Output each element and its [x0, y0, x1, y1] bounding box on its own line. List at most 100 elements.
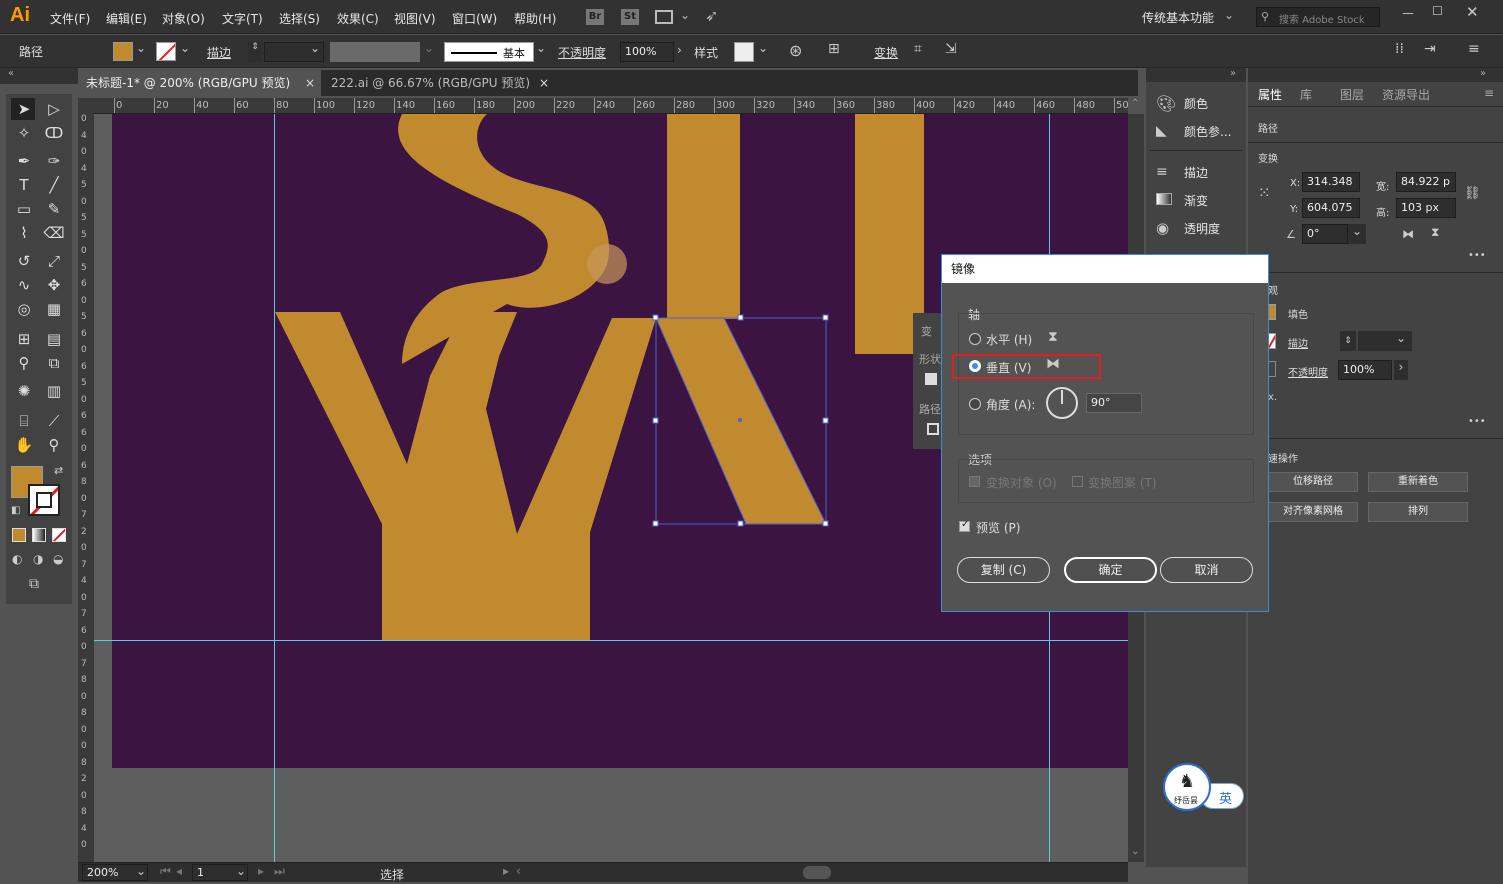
- more-options-icon[interactable]: •••: [1468, 250, 1486, 261]
- color-panel-button[interactable]: 颜色: [1184, 92, 1208, 116]
- maximize-icon[interactable]: ☐: [1432, 4, 1443, 18]
- x-input[interactable]: 314.348: [1302, 172, 1360, 192]
- chevron-right-icon[interactable]: ›: [677, 43, 682, 57]
- eyedropper-tool-icon[interactable]: ⚲: [13, 353, 35, 373]
- transform-link[interactable]: 变换: [874, 44, 898, 61]
- rotate-tool-icon[interactable]: ↺: [13, 251, 35, 271]
- zoom-tool-icon[interactable]: ⚲: [43, 435, 65, 455]
- vertical-radio[interactable]: [969, 360, 981, 372]
- stroke-panel-icon[interactable]: ≡: [1156, 164, 1168, 180]
- horizontal-scroll-thumb[interactable]: [803, 866, 831, 879]
- lasso-tool-icon[interactable]: ↀ: [43, 123, 65, 143]
- panel-options-icon[interactable]: ⇥: [1424, 41, 1436, 57]
- status-menu-icon[interactable]: ▸: [503, 864, 509, 878]
- prev-artboard-icon[interactable]: ◂: [176, 864, 182, 878]
- close-icon[interactable]: ×: [305, 70, 315, 96]
- free-transform-tool-icon[interactable]: ✥: [43, 275, 65, 295]
- chevron-down-icon[interactable]: ⌄: [1348, 224, 1366, 244]
- chevron-down-icon[interactable]: ⌄: [758, 41, 768, 55]
- menu-file[interactable]: 文件(F): [50, 10, 90, 27]
- stroke-stepper[interactable]: ⇕: [1340, 331, 1356, 351]
- align-pixel-grid-button[interactable]: 对齐像素网格: [1268, 502, 1358, 522]
- chevron-down-icon[interactable]: ⌄: [680, 8, 690, 22]
- ime-logo[interactable]: ♞ 纾岳昙: [1163, 763, 1211, 811]
- bar-shape-1[interactable]: [667, 114, 740, 319]
- last-artboard-icon[interactable]: ⏭: [274, 864, 285, 879]
- scroll-up-icon[interactable]: ⌃: [1131, 98, 1139, 109]
- scroll-down-icon[interactable]: ⌄: [1131, 846, 1139, 857]
- opacity-input[interactable]: 100%: [1338, 360, 1392, 380]
- menu-select[interactable]: 选择(S): [279, 10, 320, 27]
- opacity-label[interactable]: 不透明度: [1288, 364, 1328, 379]
- gradient-panel-icon[interactable]: [1156, 193, 1172, 205]
- close-icon[interactable]: ×: [539, 70, 549, 96]
- menu-edit[interactable]: 编辑(E): [106, 10, 147, 27]
- draw-behind-icon[interactable]: ◑: [33, 552, 43, 566]
- tab-222-ai[interactable]: 222.ai @ 66.67% (RGB/GPU 预览) ×: [323, 70, 555, 96]
- next-artboard-icon[interactable]: ▸: [258, 864, 264, 878]
- variable-width-profile[interactable]: [330, 42, 420, 62]
- color-mode-icon[interactable]: [12, 528, 26, 542]
- path-icon[interactable]: [927, 423, 939, 435]
- ok-button[interactable]: 确定: [1064, 557, 1157, 583]
- close-icon[interactable]: ✕: [1466, 3, 1479, 21]
- slice-tool-icon[interactable]: ⟋: [43, 411, 65, 431]
- shape-icon[interactable]: [925, 373, 937, 385]
- artboard-tool-icon[interactable]: ⌸: [13, 411, 35, 431]
- angle-input[interactable]: 90°: [1086, 393, 1142, 413]
- stroke-label[interactable]: 描边: [1288, 335, 1308, 350]
- menu-view[interactable]: 视图(V): [394, 10, 436, 27]
- guide-horizontal[interactable]: [94, 640, 1128, 641]
- stock-search-input[interactable]: ⚲ 搜索 Adobe Stock: [1256, 7, 1380, 27]
- collapse-icon[interactable]: «: [8, 68, 14, 79]
- stroke-stepper[interactable]: ⇕: [248, 42, 262, 62]
- angle-label[interactable]: 角度 (A):: [986, 396, 1035, 413]
- paintbrush-tool-icon[interactable]: ✎: [43, 199, 65, 219]
- rotate-angle-input[interactable]: 0°: [1302, 224, 1348, 244]
- reference-point-icon[interactable]: ⁙: [1258, 184, 1271, 202]
- tab-layers[interactable]: 图层: [1340, 86, 1364, 103]
- chevron-down-icon[interactable]: ⌄: [236, 864, 246, 878]
- opacity-input[interactable]: 100%: [620, 42, 674, 62]
- flip-horizontal-icon[interactable]: ⧓: [1402, 227, 1414, 241]
- brush-definition[interactable]: 基本: [444, 42, 534, 62]
- isolate-icon[interactable]: ⌗: [914, 41, 922, 57]
- scroll-left-icon[interactable]: ‹: [516, 864, 521, 878]
- stroke-label[interactable]: 描边: [207, 44, 231, 61]
- mesh-tool-icon[interactable]: ⊞: [13, 329, 35, 349]
- curvature-tool-icon[interactable]: ✑: [43, 151, 65, 171]
- symbol-sprayer-tool-icon[interactable]: ✺: [13, 381, 35, 401]
- color-guide-button[interactable]: 颜色参...: [1184, 120, 1231, 144]
- panel-menu-icon[interactable]: ≡: [1484, 86, 1494, 100]
- menu-object[interactable]: 对象(O): [162, 10, 205, 27]
- arrange-button[interactable]: 排列: [1368, 502, 1468, 522]
- shaper-tool-icon[interactable]: ⌇: [13, 223, 35, 243]
- chevron-right-icon[interactable]: ›: [1394, 360, 1408, 380]
- menu-icon[interactable]: ≡: [1468, 41, 1480, 57]
- recolor-button[interactable]: 重新着色: [1368, 472, 1468, 492]
- tab-properties[interactable]: 属性: [1258, 86, 1282, 103]
- draw-normal-icon[interactable]: ◐: [12, 552, 22, 566]
- gradient-tool-icon[interactable]: ▤: [43, 329, 65, 349]
- perspective-grid-tool-icon[interactable]: ▦: [43, 299, 65, 319]
- blend-tool-icon[interactable]: ⧉: [43, 353, 65, 373]
- horizontal-label[interactable]: 水平 (H): [986, 331, 1032, 348]
- transparency-panel-icon[interactable]: ◉: [1156, 219, 1169, 237]
- swap-colors-icon[interactable]: ⇄: [54, 464, 63, 477]
- tab-untitled-1[interactable]: 未标题-1* @ 200% (RGB/GPU 预览) ×: [78, 70, 321, 96]
- line-tool-icon[interactable]: ╱: [43, 175, 65, 195]
- hand-tool-icon[interactable]: ✋: [13, 435, 35, 455]
- dialog-title[interactable]: 镜像: [942, 255, 1268, 283]
- chevron-down-icon[interactable]: ⌄: [1396, 331, 1406, 345]
- screen-mode-icon[interactable]: ⧉: [29, 576, 39, 592]
- chevron-down-icon[interactable]: ⌄: [536, 41, 546, 55]
- selection-tool-icon[interactable]: ➤: [13, 99, 35, 119]
- copy-button[interactable]: 复制 (C): [957, 557, 1050, 583]
- gpu-performance-icon[interactable]: ➶: [705, 6, 718, 25]
- puppet-warp-icon[interactable]: ⇲: [945, 41, 957, 57]
- fill-swatch[interactable]: [113, 42, 133, 61]
- direct-selection-tool-icon[interactable]: ▷: [43, 99, 65, 119]
- rectangle-tool-icon[interactable]: ▭: [13, 199, 35, 219]
- stroke-none-swatch[interactable]: [156, 42, 176, 61]
- chevron-down-icon[interactable]: ⌄: [1224, 8, 1234, 22]
